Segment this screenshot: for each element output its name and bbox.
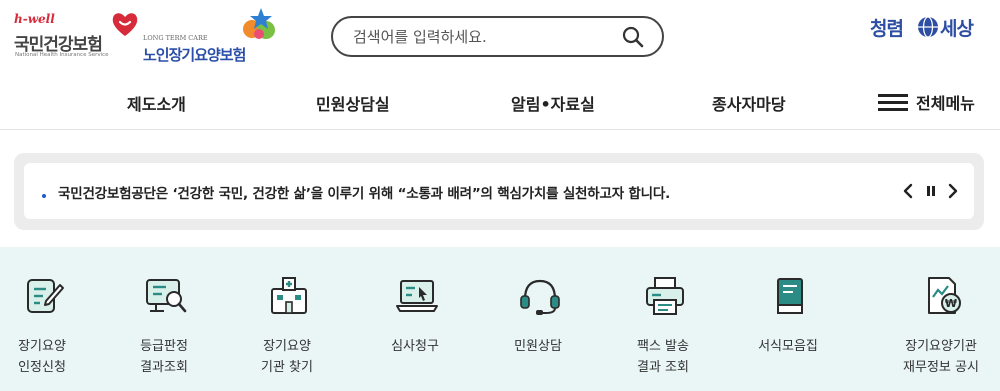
all-menu-button[interactable]: 전체메뉴	[878, 90, 975, 114]
notice-text[interactable]: 국민건강보험공단은 ‘건강한 국민, 건강한 삶’을 이루기 위해 “소통과 배…	[58, 182, 670, 202]
bullet-icon	[42, 194, 46, 198]
notice-box: 국민건강보험공단은 ‘건강한 국민, 건강한 삶’을 이루기 위해 “소통과 배…	[24, 163, 974, 219]
heart-logo-icon	[112, 13, 138, 36]
quick-item-label: 서식모음집	[758, 339, 818, 354]
quick-item-forms[interactable]: 서식모음집	[726, 247, 850, 391]
nhis-logo-sub: National Health Insurance Service	[15, 52, 109, 58]
quick-item-label: 심사청구	[391, 339, 439, 354]
next-icon[interactable]	[944, 180, 962, 202]
fax-printer-icon	[646, 277, 684, 315]
laptop-cursor-icon	[396, 280, 438, 312]
quick-item-finance-disclosure[interactable]: ₩ 장기요양기관 재무정보 공시	[879, 247, 1000, 391]
site-header: h-well 국민건강보험 National Health Insurance …	[0, 0, 1000, 78]
quick-item-fax-result[interactable]: 팩스 발송 결과 조회	[601, 247, 725, 391]
quick-item-label: 장기요양 기관 찾기	[261, 339, 313, 375]
search-icon[interactable]	[622, 26, 644, 48]
svg-text:₩: ₩	[945, 297, 957, 310]
quick-item-label: 팩스 발송 결과 조회	[637, 339, 689, 375]
globe-icon	[918, 16, 938, 38]
notice-banner: 국민건강보험공단은 ‘건강한 국민, 건강한 삶’을 이루기 위해 “소통과 배…	[14, 153, 984, 230]
nhis-logo[interactable]: h-well 국민건강보험 National Health Insurance …	[14, 6, 138, 66]
ltc-logo-kr: 노인장기요양보험	[143, 46, 246, 64]
nav-item-worker-corner[interactable]: 종사자마당	[712, 91, 786, 115]
quick-item-label: 등급판정 결과조회	[140, 339, 188, 375]
quick-menu: 장기요양 인정신청 등급판정 결과조회 장기요양 기관 찾기 심사청구 민원상담…	[0, 247, 1000, 391]
search-input[interactable]	[353, 26, 613, 48]
all-menu-label: 전체메뉴	[916, 94, 975, 113]
nhis-logo-tagline: h-well	[14, 12, 55, 26]
quick-item-label: 민원상담	[514, 339, 562, 354]
ltc-logo-en: LONG TERM CARE	[143, 34, 208, 42]
quick-item-care-application[interactable]: 장기요양 인정신청	[0, 247, 104, 391]
book-icon	[777, 278, 803, 314]
nav-item-system-intro[interactable]: 제도소개	[127, 91, 186, 115]
clean-logo-left: 청렴	[870, 18, 904, 40]
headset-icon	[520, 279, 560, 315]
quick-item-label: 장기요양기관 재무정보 공시	[903, 339, 979, 375]
quick-item-civil-consulting[interactable]: 민원상담	[476, 247, 600, 391]
main-nav: 제도소개 민원상담실 알림•자료실 종사자마당 전체메뉴	[0, 78, 1000, 130]
quick-item-appeal[interactable]: 심사청구	[353, 247, 477, 391]
nav-item-civil-consulting[interactable]: 민원상담실	[316, 91, 390, 115]
nav-item-notices-resources[interactable]: 알림•자료실	[511, 91, 595, 115]
clean-logo-right: 세상	[940, 18, 974, 40]
application-pen-icon	[27, 279, 64, 313]
finance-document-icon: ₩	[928, 277, 961, 314]
ltc-logo[interactable]: LONG TERM CARE 노인장기요양보험	[143, 6, 283, 66]
pause-icon[interactable]	[922, 180, 940, 202]
clean-world-logo[interactable]: 청렴 세상	[870, 8, 988, 48]
prev-icon[interactable]	[899, 180, 917, 202]
monitor-search-icon	[146, 279, 187, 313]
quick-item-grade-result[interactable]: 등급판정 결과조회	[102, 247, 226, 391]
quick-item-find-facility[interactable]: 장기요양 기관 찾기	[225, 247, 349, 391]
search-box	[331, 16, 664, 57]
hospital-icon	[271, 277, 307, 314]
ltc-logo-mark-icon	[243, 8, 275, 39]
quick-item-label: 장기요양 인정신청	[18, 339, 66, 375]
hamburger-icon	[878, 93, 908, 111]
